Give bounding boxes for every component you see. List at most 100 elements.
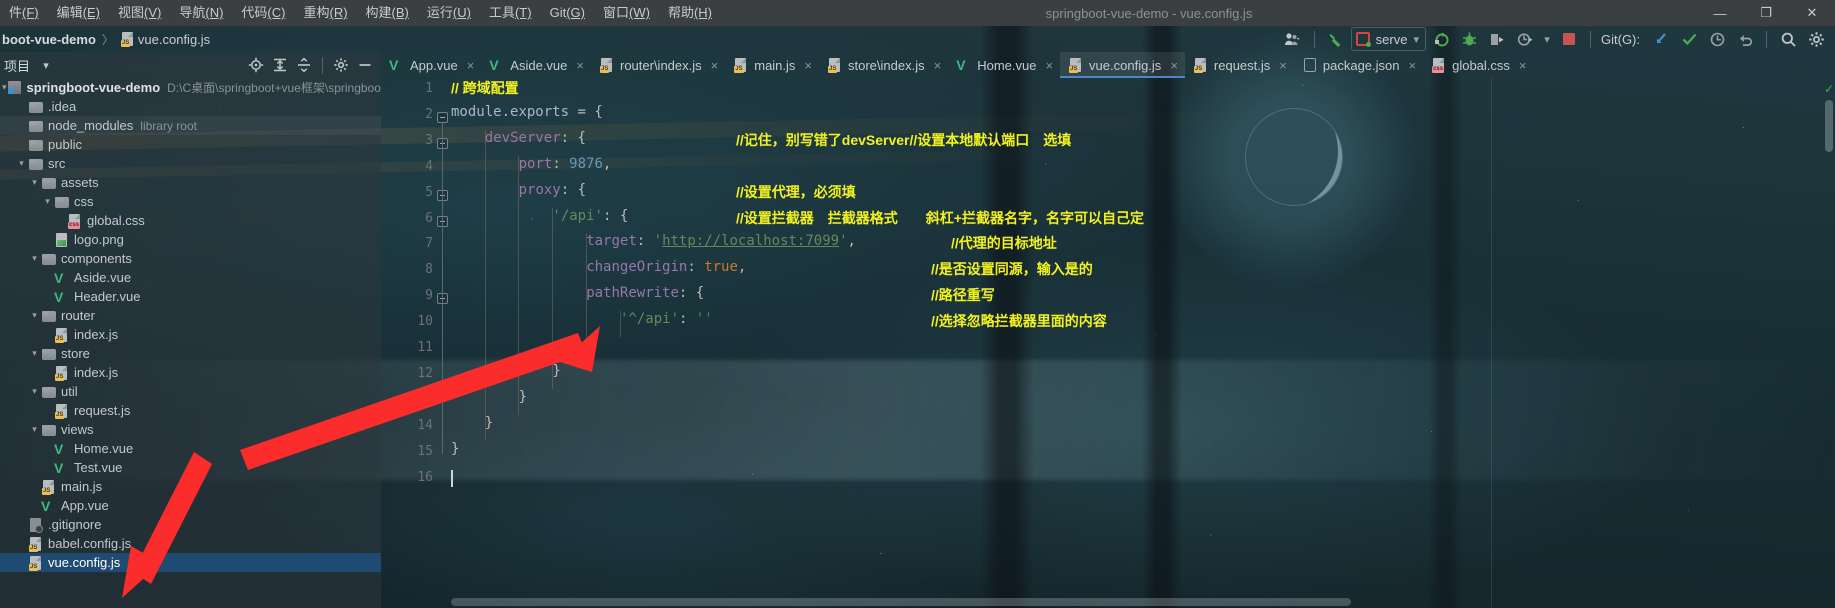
- menu-item-0[interactable]: 件(F): [0, 0, 48, 26]
- user-avatar-icon[interactable]: [1280, 27, 1306, 51]
- code-line-10[interactable]: '^/api': '': [620, 311, 713, 327]
- close-icon[interactable]: ×: [1409, 58, 1417, 73]
- code-line-6[interactable]: '/api': {: [552, 208, 628, 224]
- close-icon[interactable]: ×: [1045, 58, 1053, 73]
- debug-icon[interactable]: [1456, 27, 1482, 51]
- code-line-2[interactable]: module.exports = {: [451, 104, 603, 120]
- editor-tab-aside.vue[interactable]: V Aside.vue ×: [481, 52, 591, 78]
- hscrollbar-thumb[interactable]: [451, 598, 1351, 606]
- breadcrumb-project[interactable]: boot-vue-demo: [2, 32, 96, 47]
- close-icon[interactable]: ×: [576, 58, 584, 73]
- collapse-all-icon[interactable]: [292, 54, 316, 76]
- tree-node-header.vue[interactable]: ▾VHeader.vue: [0, 287, 381, 306]
- project-file-tree[interactable]: ▾ springboot-vue-demo D:\C桌面\springboot+vu…: [0, 78, 381, 608]
- tree-node-index.js[interactable]: ▾JSindex.js: [0, 325, 381, 344]
- code-content[interactable]: // 跨域配置 module.exports = { devServer: { por…: [451, 78, 1835, 608]
- tree-node-views[interactable]: ▾ views: [0, 420, 381, 439]
- close-icon[interactable]: ×: [1279, 58, 1287, 73]
- git-rollback-icon[interactable]: [1732, 27, 1758, 51]
- editor-tab-bar[interactable]: V App.vue × V Aside.vue × JS router\index.js × JS…: [381, 52, 1835, 78]
- menu-item-7[interactable]: 运行(U): [418, 0, 480, 26]
- chevron-down-icon[interactable]: ▾: [28, 173, 41, 192]
- close-icon[interactable]: ×: [1170, 58, 1178, 73]
- git-commit-icon[interactable]: [1676, 27, 1702, 51]
- close-icon[interactable]: ×: [934, 58, 942, 73]
- tree-node-.gitignore[interactable]: ▾.gitignore: [0, 515, 381, 534]
- hammer-build-icon[interactable]: [1323, 27, 1349, 51]
- code-fold-toggle[interactable]: [437, 111, 448, 123]
- expand-all-icon[interactable]: [268, 54, 292, 76]
- chevron-down-icon[interactable]: ▾: [28, 306, 41, 325]
- git-history-icon[interactable]: [1704, 27, 1730, 51]
- editor-tab-package.json[interactable]: package.json ×: [1294, 52, 1423, 78]
- editor-tab-request.js[interactable]: JS request.js ×: [1185, 52, 1294, 78]
- profiler-icon[interactable]: [1512, 27, 1538, 51]
- code-line-9[interactable]: pathRewrite: {: [586, 285, 704, 301]
- chevron-down-icon[interactable]: ▾: [1413, 33, 1419, 46]
- tree-node-index.js[interactable]: ▾JSindex.js: [0, 363, 381, 382]
- code-line-12[interactable]: }: [552, 363, 560, 379]
- tree-node-assets[interactable]: ▾ assets: [0, 173, 381, 192]
- chevron-down-icon[interactable]: ▾: [28, 420, 41, 439]
- close-button[interactable]: ✕: [1789, 0, 1835, 26]
- chevron-down-icon[interactable]: ▾: [28, 344, 41, 363]
- chevron-down-icon[interactable]: ▾: [15, 154, 28, 173]
- editor-tab-store-index.js[interactable]: JS store\index.js ×: [819, 52, 948, 78]
- editor-tab-app.vue[interactable]: V App.vue ×: [381, 52, 481, 78]
- editor-gutter[interactable]: 1 2 3 4 5 6 7 8 9 10 11 12 13 14 15 16: [381, 78, 448, 608]
- tree-node-src[interactable]: ▾ src: [0, 154, 381, 173]
- settings-icon[interactable]: [1803, 27, 1829, 51]
- editor-tab-global.css[interactable]: css global.css ×: [1423, 52, 1533, 78]
- profiler-dropdown-icon[interactable]: ▾: [1540, 27, 1554, 51]
- editor-scrollbar-vertical[interactable]: ✓: [1823, 78, 1835, 608]
- code-line-14[interactable]: }: [485, 415, 493, 431]
- editor-tab-main.js[interactable]: JS main.js ×: [725, 52, 819, 78]
- locate-icon[interactable]: [244, 54, 268, 76]
- code-line-4[interactable]: port: 9876,: [519, 156, 612, 172]
- menu-item-5[interactable]: 重构(R): [294, 0, 356, 26]
- tree-node-public[interactable]: ▾public: [0, 135, 381, 154]
- tree-node-css[interactable]: ▾ css: [0, 192, 381, 211]
- gear-icon[interactable]: [329, 54, 353, 76]
- git-update-icon[interactable]: [1648, 27, 1674, 51]
- tree-node-app.vue[interactable]: ▾VApp.vue: [0, 496, 381, 515]
- menu-item-6[interactable]: 构建(B): [357, 0, 418, 26]
- menu-item-3[interactable]: 导航(N): [170, 0, 232, 26]
- run-icon[interactable]: [1428, 27, 1454, 51]
- code-line-1[interactable]: // 跨域配置: [451, 78, 519, 98]
- chevron-down-icon[interactable]: ▾: [41, 192, 54, 211]
- menu-item-8[interactable]: 工具(T): [480, 0, 541, 26]
- code-line-15[interactable]: }: [451, 441, 459, 457]
- tree-node-store[interactable]: ▾ store: [0, 344, 381, 363]
- editor-scrollbar-horizontal[interactable]: [451, 598, 1571, 606]
- inspection-ok-icon[interactable]: ✓: [1824, 82, 1834, 96]
- breadcrumb-file[interactable]: vue.config.js: [138, 32, 210, 47]
- tree-node-router[interactable]: ▾ router: [0, 306, 381, 325]
- code-line-5[interactable]: proxy: {: [519, 182, 586, 198]
- code-line-7[interactable]: target: 'http://localhost:7099',: [586, 233, 856, 249]
- close-icon[interactable]: ×: [804, 58, 812, 73]
- chevron-down-icon[interactable]: ▾: [28, 249, 41, 268]
- menu-item-1[interactable]: 编辑(E): [48, 0, 109, 26]
- code-line-11[interactable]: }: [586, 337, 594, 353]
- run-configuration-selector[interactable]: serve ▾: [1350, 27, 1426, 51]
- editor-tab-vue.config.js[interactable]: JS vue.config.js ×: [1060, 52, 1185, 78]
- close-icon[interactable]: ×: [711, 58, 719, 73]
- tree-node-test.vue[interactable]: ▾VTest.vue: [0, 458, 381, 477]
- tree-node-aside.vue[interactable]: ▾VAside.vue: [0, 268, 381, 287]
- code-line-3[interactable]: devServer: {: [485, 130, 586, 146]
- tree-node-main.js[interactable]: ▾JSmain.js: [0, 477, 381, 496]
- chevron-down-icon[interactable]: ▾: [34, 54, 58, 76]
- tree-node-util[interactable]: ▾ util: [0, 382, 381, 401]
- menu-item-4[interactable]: 代码(C): [232, 0, 294, 26]
- chevron-down-icon[interactable]: ▾: [28, 382, 41, 401]
- stop-icon[interactable]: [1556, 27, 1582, 51]
- tree-node-.idea[interactable]: ▾.idea: [0, 97, 381, 116]
- tree-node-components[interactable]: ▾ components: [0, 249, 381, 268]
- search-icon[interactable]: [1775, 27, 1801, 51]
- tree-node-springboot-vue-demo[interactable]: ▾ springboot-vue-demo D:\C桌面\springboot+vu…: [0, 78, 381, 97]
- tree-node-global.css[interactable]: ▾cssglobal.css: [0, 211, 381, 230]
- minimize-button[interactable]: —: [1697, 0, 1743, 26]
- tree-node-node-modules[interactable]: ▾node_moduleslibrary root: [0, 116, 381, 135]
- scrollbar-thumb[interactable]: [1825, 100, 1833, 152]
